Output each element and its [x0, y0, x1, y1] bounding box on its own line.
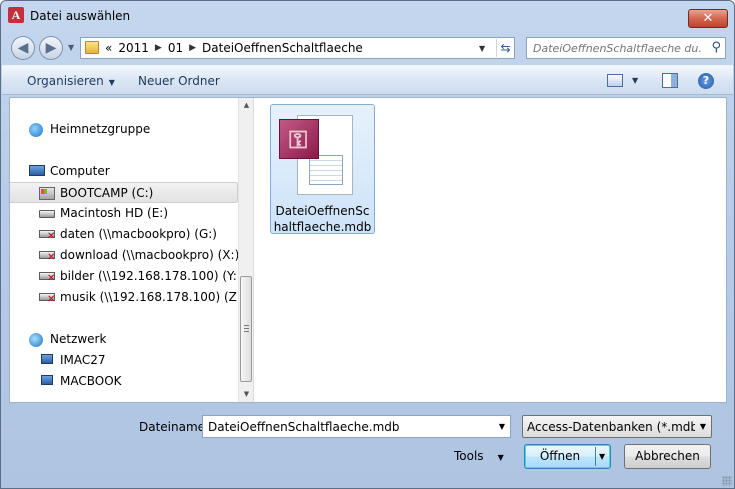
- network-drive-disconnected-icon: [39, 272, 55, 284]
- close-button[interactable]: ✕: [688, 9, 728, 28]
- chevron-down-icon[interactable]: ▼: [499, 422, 505, 431]
- file-name: DateiOeffnenSchaltflaeche.mdb: [273, 204, 372, 234]
- content-area: Heimnetzgruppe Computer BOOTCAMP (C:) Ma…: [9, 97, 727, 403]
- tools-label: Tools: [454, 449, 484, 463]
- split-divider: [595, 447, 596, 466]
- folder-icon: [85, 41, 99, 54]
- tree-item-label: IMAC27: [60, 353, 106, 367]
- tools-menu-button[interactable]: Tools ▼: [454, 449, 504, 463]
- refresh-button[interactable]: ⇆: [496, 39, 514, 57]
- organize-label: Organisieren: [27, 74, 104, 88]
- grip-icon: [244, 325, 249, 332]
- address-dropdown-icon[interactable]: ▼: [479, 44, 485, 53]
- tree-item-homegroup[interactable]: Heimnetzgruppe: [10, 119, 238, 140]
- tree-item-network[interactable]: Netzwerk: [10, 329, 238, 350]
- tree-item-drive-y[interactable]: bilder (\\192.168.178.100) (Y:): [10, 266, 242, 287]
- access-app-icon: A: [8, 7, 24, 23]
- network-drive-disconnected-icon: [39, 293, 55, 305]
- access-database-icon: ⚿: [279, 113, 353, 195]
- file-type-value: Access-Datenbanken (*.mdb;*.a: [527, 420, 695, 434]
- search-box[interactable]: ⚲: [526, 37, 726, 59]
- filename-label: Dateiname:: [139, 420, 210, 434]
- tree-item-macbook[interactable]: MACBOOK: [10, 371, 238, 392]
- breadcrumb: « 2011 ▶ 01 ▶ DateiOeffnenSchaltflaeche: [105, 41, 363, 55]
- file-item[interactable]: ⚿ DateiOeffnenSchaltflaeche.mdb: [270, 104, 375, 234]
- organize-button[interactable]: Organisieren ▼: [27, 74, 115, 88]
- network-drive-disconnected-icon: [39, 251, 55, 263]
- new-folder-button[interactable]: Neuer Ordner: [138, 74, 220, 88]
- breadcrumb-item-current-folder[interactable]: DateiOeffnenSchaltflaeche: [202, 41, 363, 55]
- help-icon[interactable]: ?: [698, 73, 714, 89]
- resize-grip-icon[interactable]: [722, 476, 732, 486]
- breadcrumb-item-2011[interactable]: 2011: [118, 41, 149, 55]
- command-toolbar: Organisieren ▼ Neuer Ordner ▼ ?: [2, 65, 733, 95]
- filename-input[interactable]: [206, 419, 486, 435]
- homegroup-icon: [29, 123, 43, 137]
- breadcrumb-overflow[interactable]: «: [105, 41, 112, 55]
- open-options-chevron-icon[interactable]: ▼: [599, 445, 605, 468]
- open-label: Öffnen: [539, 449, 581, 463]
- file-list[interactable]: ⚿ DateiOeffnenSchaltflaeche.mdb: [255, 98, 726, 402]
- scroll-up-icon[interactable]: ▲: [239, 98, 253, 113]
- filename-combobox[interactable]: ▼: [202, 415, 511, 438]
- tree-item-drive-z[interactable]: musik (\\192.168.178.100) (Z:): [10, 287, 246, 308]
- tree-item-drive-c[interactable]: BOOTCAMP (C:): [10, 182, 238, 203]
- title-bar[interactable]: A Datei auswählen ✕: [1, 1, 734, 31]
- tree-item-drive-e[interactable]: Macintosh HD (E:): [10, 203, 238, 224]
- network-computer-icon: [41, 354, 53, 364]
- chevron-down-icon: ▼: [699, 422, 706, 431]
- network-drive-disconnected-icon: [39, 230, 55, 242]
- open-button[interactable]: Öffnen ▼: [524, 444, 611, 469]
- forward-button[interactable]: ▶: [39, 36, 63, 60]
- cancel-button[interactable]: Abbrechen: [624, 444, 711, 469]
- tree-item-label: MACBOOK: [60, 374, 122, 388]
- history-dropdown-icon[interactable]: ▼: [68, 43, 74, 52]
- navigation-pane: Heimnetzgruppe Computer BOOTCAMP (C:) Ma…: [10, 98, 254, 402]
- address-bar[interactable]: « 2011 ▶ 01 ▶ DateiOeffnenSchaltflaeche …: [80, 37, 515, 59]
- tree-item-label: BOOTCAMP (C:): [60, 186, 154, 200]
- network-computer-icon: [41, 375, 53, 385]
- search-input[interactable]: [531, 40, 703, 56]
- key-icon: ⚿: [289, 126, 308, 154]
- breadcrumb-separator-icon[interactable]: ▶: [189, 43, 196, 53]
- tree-item-label: daten (\\macbookpro) (G:): [60, 227, 217, 241]
- breadcrumb-item-01[interactable]: 01: [168, 41, 183, 55]
- chevron-down-icon: ▼: [108, 78, 115, 87]
- back-button[interactable]: ◀: [11, 36, 35, 60]
- scroll-down-icon[interactable]: ▼: [239, 387, 253, 402]
- scrollbar-thumb[interactable]: [240, 276, 252, 382]
- drive-icon: [39, 210, 55, 218]
- chevron-down-icon: ▼: [497, 453, 504, 462]
- tree-item-drive-x[interactable]: download (\\macbookpro) (X:): [10, 245, 240, 266]
- view-options-chevron-icon[interactable]: ▼: [632, 76, 638, 85]
- change-view-icon[interactable]: [607, 74, 623, 87]
- tree-item-drive-g[interactable]: daten (\\macbookpro) (G:): [10, 224, 238, 245]
- tree-item-label: bilder (\\192.168.178.100) (Y:): [60, 269, 242, 283]
- tree-item-imac27[interactable]: IMAC27: [10, 350, 238, 371]
- tree-item-label: Macintosh HD (E:): [60, 206, 169, 220]
- tree-item-label: download (\\macbookpro) (X:): [60, 248, 240, 262]
- tree-item-label: Netzwerk: [50, 332, 107, 346]
- access-logo-shape: ⚿: [279, 119, 319, 159]
- computer-icon: [29, 165, 45, 176]
- file-type-select[interactable]: Access-Datenbanken (*.mdb;*.a ▼: [522, 415, 712, 438]
- file-open-dialog: A Datei auswählen ✕ ◀ ▶ ▼ « 2011 ▶ 01 ▶ …: [0, 0, 735, 489]
- preview-pane-icon[interactable]: [662, 73, 678, 88]
- windows-drive-icon: [39, 187, 55, 200]
- tree-item-label: musik (\\192.168.178.100) (Z:): [60, 290, 246, 304]
- navigation-scrollbar[interactable]: ▲ ▼: [238, 98, 253, 402]
- breadcrumb-separator-icon[interactable]: ▶: [155, 43, 162, 53]
- form-preview-shape: [309, 155, 343, 185]
- tree-item-label: Computer: [50, 164, 110, 178]
- dialog-title: Datei auswählen: [30, 9, 131, 23]
- tree-item-computer[interactable]: Computer: [10, 161, 238, 182]
- tree-item-label: Heimnetzgruppe: [50, 122, 151, 136]
- network-icon: [29, 333, 43, 347]
- search-icon[interactable]: ⚲: [711, 40, 721, 55]
